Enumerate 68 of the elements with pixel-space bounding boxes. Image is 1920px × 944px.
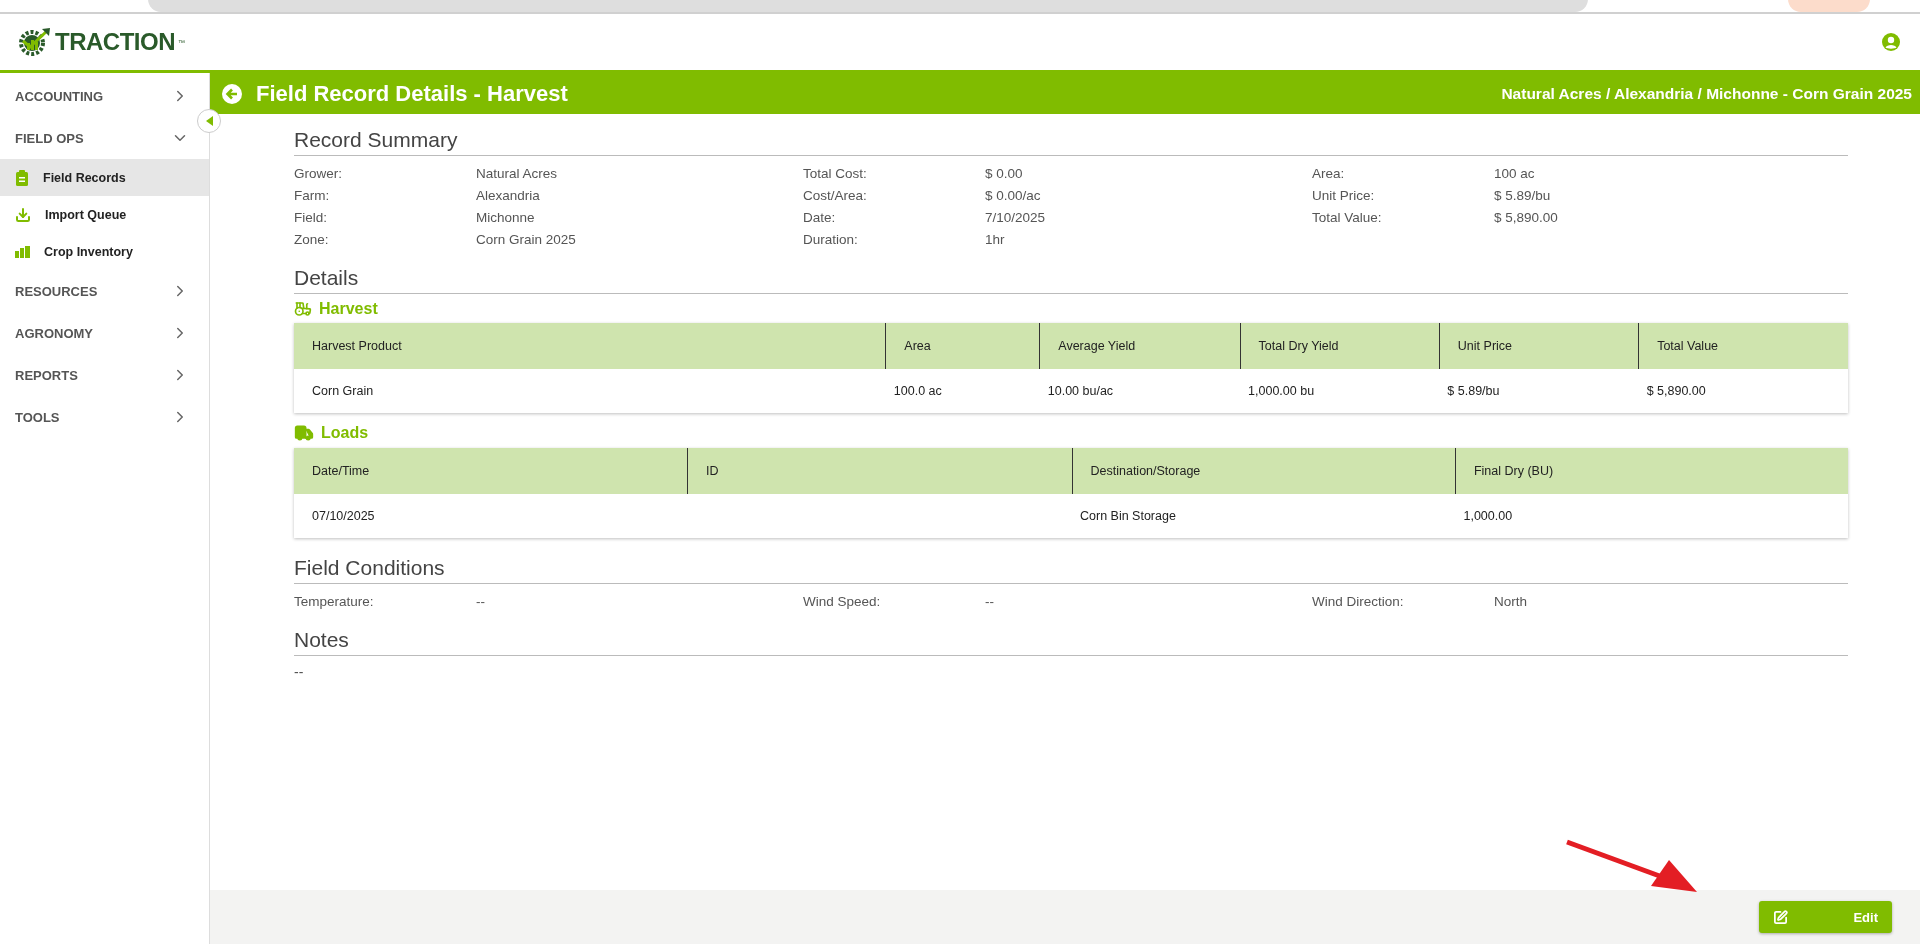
- download-icon: [15, 206, 31, 223]
- field-label: Unit Price:: [1312, 187, 1376, 204]
- subsection-title: Harvest: [319, 300, 378, 318]
- field-value: Natural Acres: [476, 165, 559, 182]
- field-label: Field:: [294, 209, 328, 226]
- gear-check-logo-icon: [18, 27, 52, 57]
- page-title: Field Record Details - Harvest: [256, 80, 568, 107]
- section-title: Record Summary: [294, 128, 1848, 156]
- field-label: Wind Speed:: [803, 593, 882, 610]
- field-label: Total Cost:: [803, 165, 868, 182]
- field-label: Area:: [1312, 165, 1346, 182]
- field-label: Grower:: [294, 165, 343, 182]
- field-label: Zone:: [294, 231, 330, 248]
- clipboard-icon: [15, 169, 29, 186]
- table-cell: 100.0 ac: [885, 369, 1040, 413]
- tractor-icon: [294, 300, 312, 318]
- field-value: $ 5,890.00: [1494, 209, 1559, 226]
- column-header: Total Value: [1638, 323, 1848, 369]
- notes-text: --: [294, 664, 305, 680]
- logo-wordmark: TRACTION: [55, 28, 175, 56]
- field-label: Total Value:: [1312, 209, 1383, 226]
- section-title: Field Conditions: [294, 556, 1848, 584]
- field-value: $ 0.00/ac: [985, 187, 1042, 204]
- table-cell: Corn Bin Storage: [1072, 494, 1456, 538]
- field-value: --: [985, 593, 995, 610]
- back-button[interactable]: [222, 83, 242, 104]
- section-title: Notes: [294, 628, 1848, 656]
- column-header: Harvest Product: [294, 323, 886, 369]
- table-cell: 1,000.00: [1455, 494, 1848, 538]
- column-header: Average Yield: [1039, 323, 1241, 369]
- field-value: 7/10/2025: [985, 209, 1047, 226]
- field-value: Corn Grain 2025: [476, 231, 577, 248]
- column-header: Unit Price: [1439, 323, 1639, 369]
- column-header: Date/Time: [294, 448, 688, 494]
- field-label: Cost/Area:: [803, 187, 868, 204]
- breadcrumb: Natural Acres / Alexandria / Michonne - Corn Grain 2025: [1501, 84, 1912, 103]
- column-header: Destination/Storage: [1072, 448, 1456, 494]
- table-cell: Corn Grain: [294, 369, 886, 413]
- field-value: North: [1494, 593, 1528, 610]
- column-header: Final Dry (BU): [1455, 448, 1848, 494]
- column-header: ID: [687, 448, 1072, 494]
- field-value: 100 ac: [1494, 165, 1536, 182]
- caret-icon: [205, 116, 213, 126]
- sidebar-item[interactable]: Field Records: [0, 159, 209, 196]
- table-cell: $ 5.89/bu: [1439, 369, 1639, 413]
- field-value: Alexandria: [476, 187, 541, 204]
- field-label: Date:: [803, 209, 837, 226]
- subsection-title: Loads: [321, 424, 369, 442]
- user-account-icon[interactable]: [1882, 33, 1900, 51]
- table-cell: 07/10/2025: [294, 494, 688, 538]
- column-header: Area: [885, 323, 1040, 369]
- edit-icon: [1773, 909, 1788, 925]
- field-value: $ 0.00: [985, 165, 1024, 182]
- table-cell: 10.00 bu/ac: [1039, 369, 1241, 413]
- table-cell: $ 5,890.00: [1638, 369, 1848, 413]
- field-value: $ 5.89/bu: [1494, 187, 1552, 204]
- field-label: Farm:: [294, 187, 331, 204]
- section-title: Details: [294, 266, 1848, 294]
- column-header: Total Dry Yield: [1240, 323, 1440, 369]
- table-cell: 1,000.00 bu: [1240, 369, 1440, 413]
- field-value: --: [476, 593, 486, 610]
- field-label: Temperature:: [294, 593, 375, 610]
- field-value: 1hr: [985, 231, 1006, 248]
- bar-chart-icon: [15, 245, 30, 258]
- field-label: Wind Direction:: [1312, 593, 1405, 610]
- truck-icon: [294, 423, 314, 443]
- field-label: Duration:: [803, 231, 859, 248]
- field-value: Michonne: [476, 209, 536, 226]
